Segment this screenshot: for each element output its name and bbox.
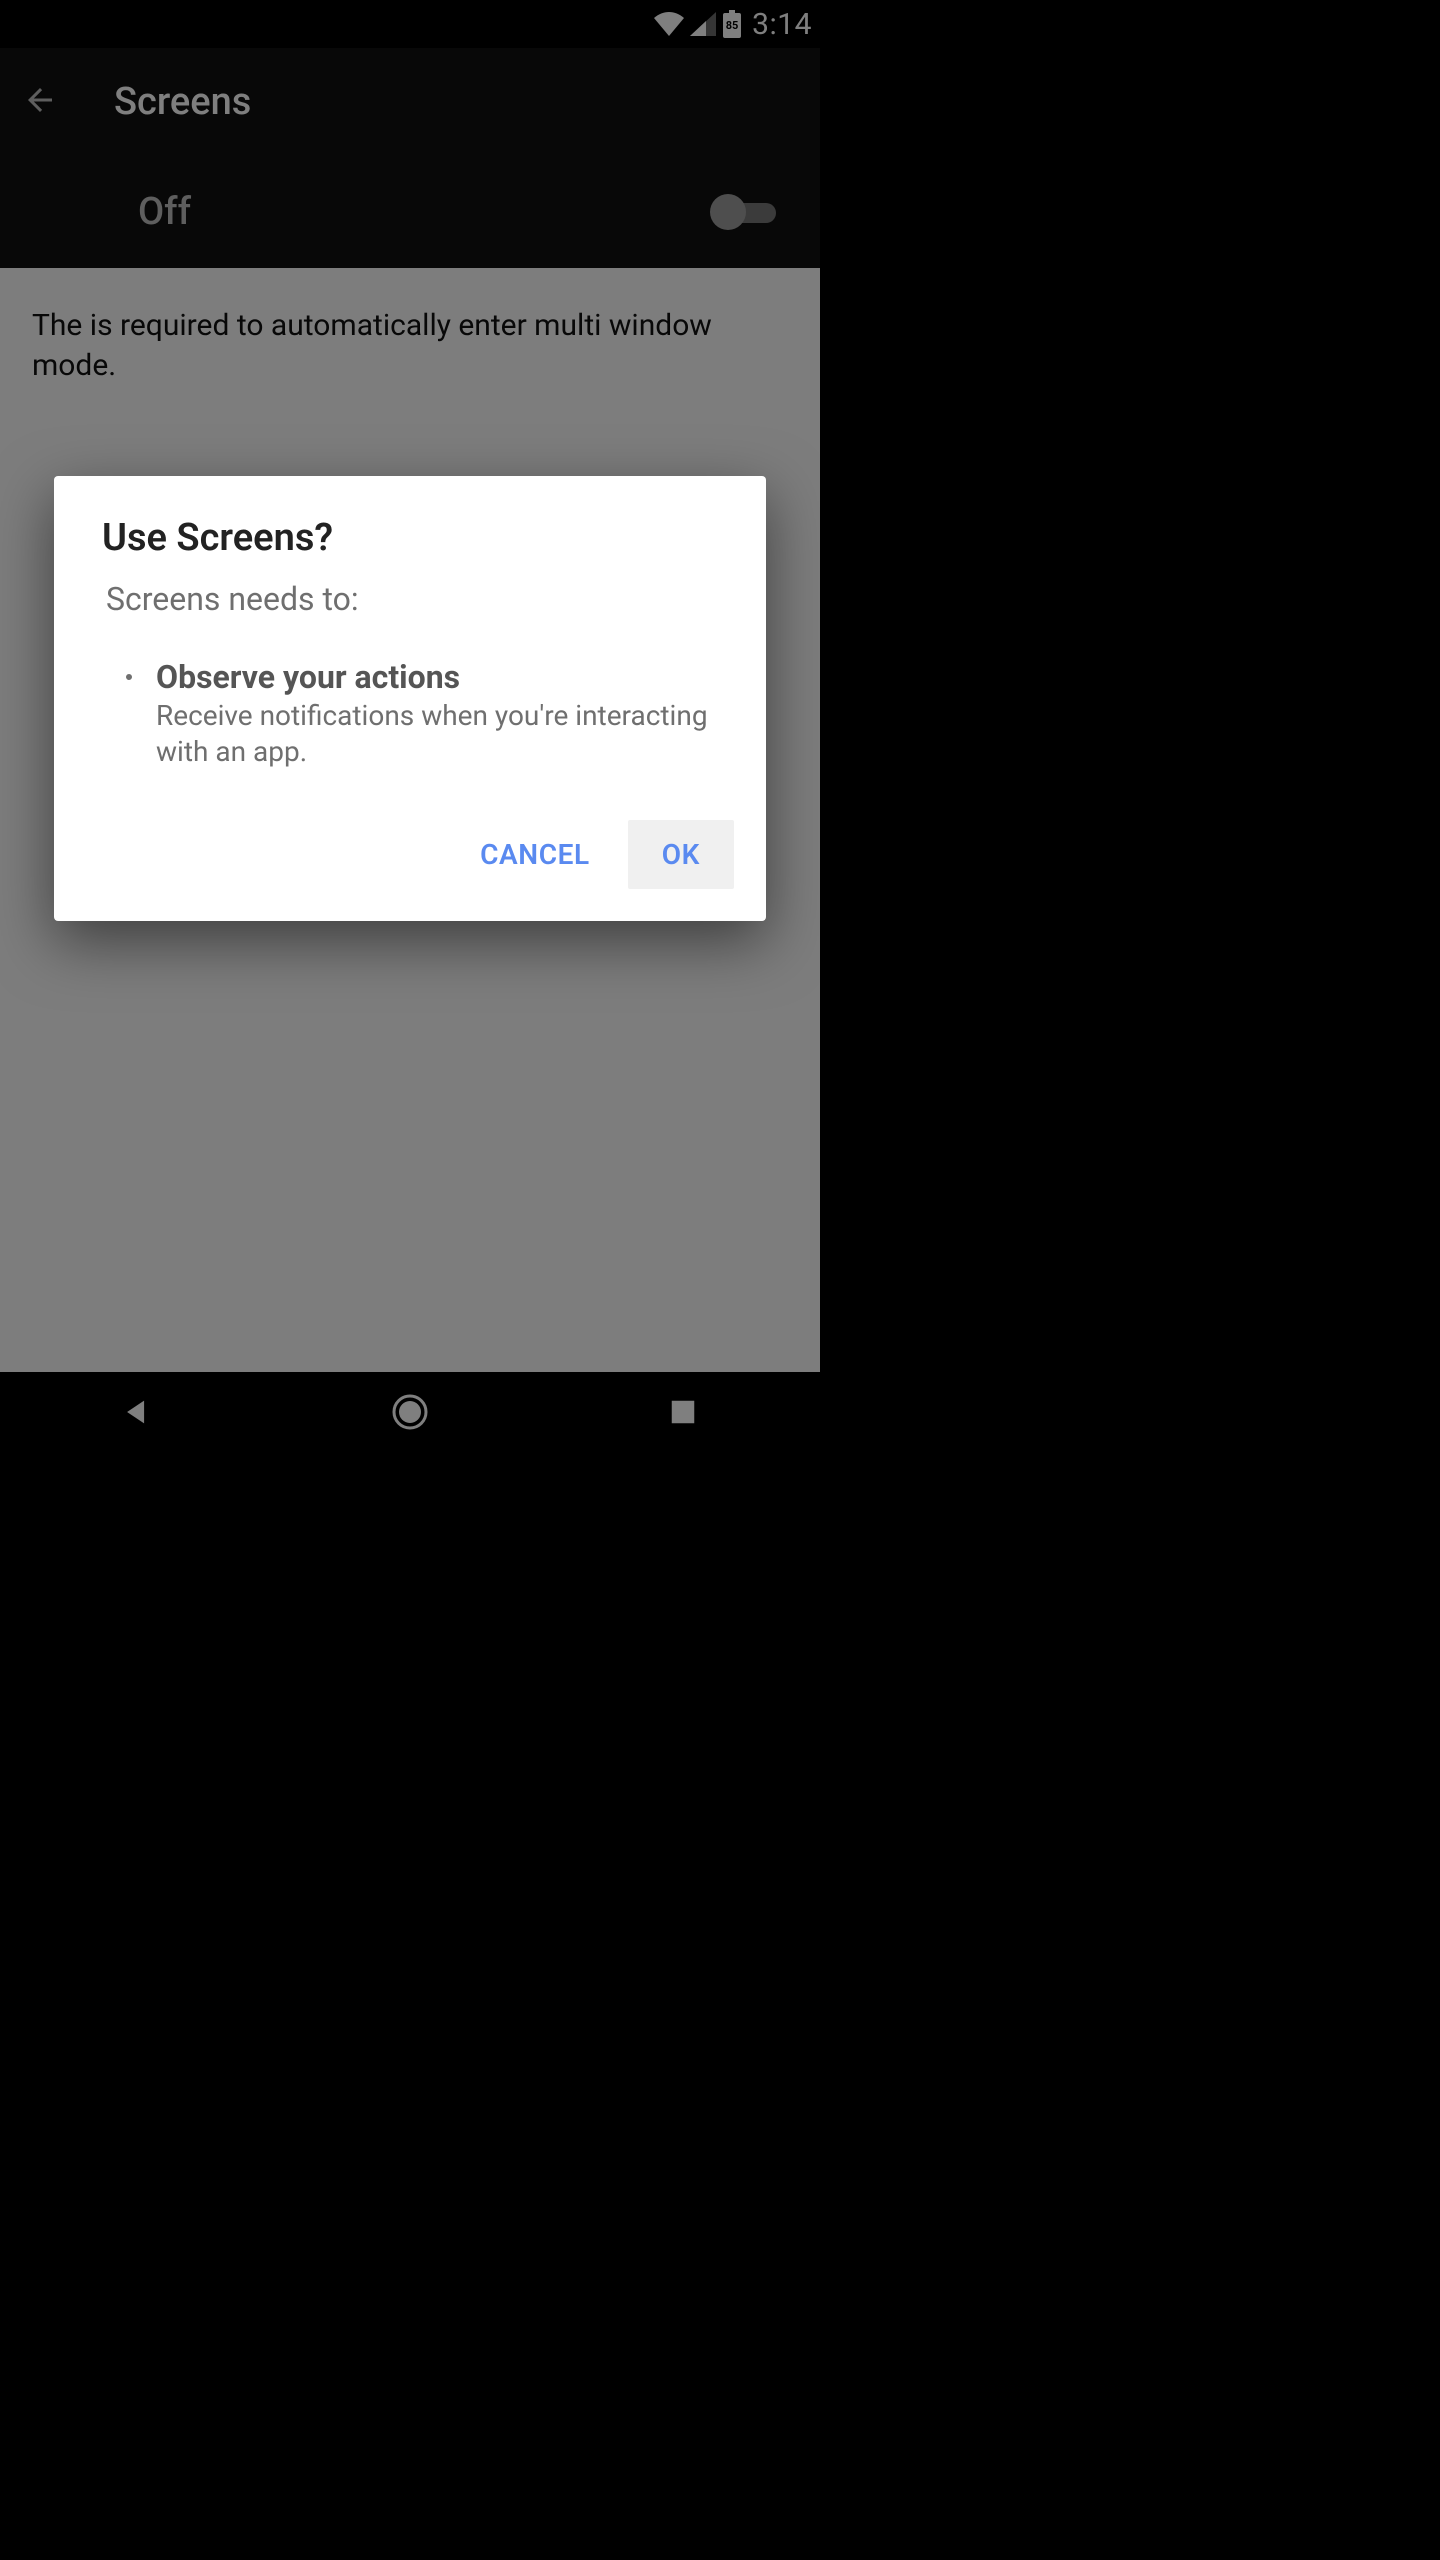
permission-dialog: Use Screens? Screens needs to: Observe y…: [54, 476, 766, 921]
modal-scrim[interactable]: Use Screens? Screens needs to: Observe y…: [0, 0, 820, 1456]
dialog-title: Use Screens?: [54, 516, 766, 580]
screen-root: 85 3:14 Screens Off The is required to a…: [0, 0, 820, 1456]
bullet-icon: [126, 674, 132, 680]
cancel-button[interactable]: CANCEL: [454, 820, 616, 889]
permission-item: Observe your actions Receive notificatio…: [54, 648, 766, 800]
dialog-actions: CANCEL OK: [54, 800, 766, 905]
dialog-subtitle: Screens needs to:: [54, 580, 766, 648]
ok-button[interactable]: OK: [628, 820, 734, 889]
permission-text: Observe your actions Receive notificatio…: [156, 658, 718, 770]
permission-body: Receive notifications when you're intera…: [156, 698, 718, 770]
permission-heading: Observe your actions: [156, 658, 718, 696]
